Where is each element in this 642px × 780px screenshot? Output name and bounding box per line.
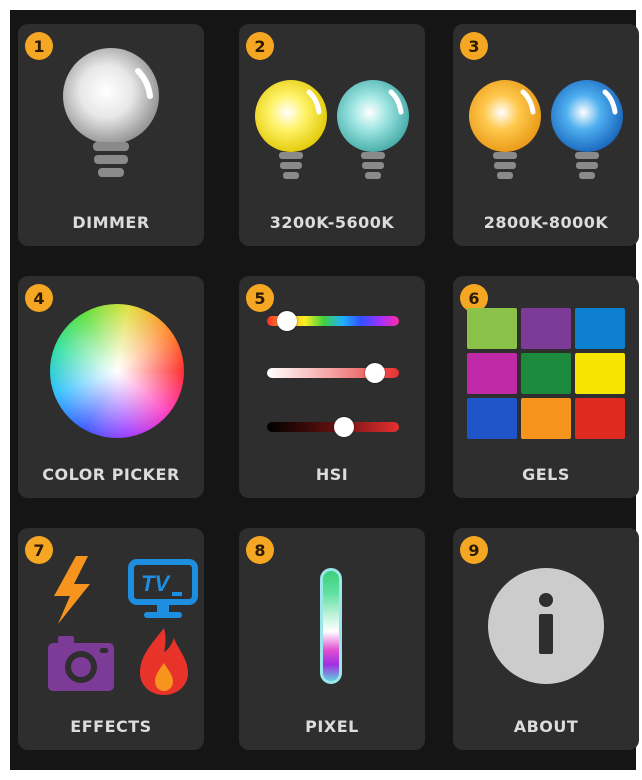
tile-label: DIMMER (72, 213, 150, 232)
orange-bulb-icon (469, 80, 541, 179)
tv-icon: TV (128, 559, 198, 618)
badge-8: 8 (246, 536, 274, 564)
tile-3200k-5600k[interactable]: 2 3200K-5600K (239, 24, 425, 246)
gel-swatch-1 (467, 308, 517, 349)
lightning-icon (54, 556, 90, 624)
fire-icon (140, 628, 188, 695)
tile-label: HSI (315, 465, 349, 484)
tile-label: GELS (522, 465, 570, 484)
bulb-pair-icons (255, 80, 409, 179)
tile-label: EFFECTS (70, 717, 152, 736)
tile-color-picker[interactable]: 4 COLOR PICKER (18, 276, 204, 498)
info-icon (488, 568, 604, 684)
tile-hsi[interactable]: 5 HSI (239, 276, 425, 498)
hue-slider-knob (276, 311, 297, 331)
tile-label: 2800K-8000K (483, 213, 609, 232)
gel-swatch-3 (575, 308, 625, 349)
hue-slider (267, 311, 399, 331)
tile-label: 3200K-5600K (269, 213, 395, 232)
white-bulb-icon (63, 48, 159, 177)
gel-swatch-9 (575, 398, 625, 439)
tile-about[interactable]: 9 ABOUT (453, 528, 639, 750)
tile-dimmer[interactable]: 1 DIMMER (18, 24, 204, 246)
gel-swatch-5 (521, 353, 571, 394)
saturation-slider (267, 363, 399, 383)
color-wheel-icon (50, 304, 184, 438)
tile-pixel[interactable]: 8 PIXEL (239, 528, 425, 750)
gel-swatch-6 (575, 353, 625, 394)
tile-label: COLOR PICKER (42, 465, 180, 484)
blue-bulb-icon (551, 80, 623, 179)
tile-2800k-8000k[interactable]: 3 2800K-8000K (453, 24, 639, 246)
intensity-slider (267, 417, 399, 437)
yellow-bulb-icon (255, 80, 327, 179)
gel-swatch-7 (467, 398, 517, 439)
cyan-bulb-icon (337, 80, 409, 179)
effects-icons: TV (48, 556, 198, 695)
badge-5: 5 (246, 284, 274, 312)
tile-effects[interactable]: 7 TV EFFECTS (18, 528, 204, 750)
camera-icon (48, 636, 114, 691)
pixel-tube-icon (320, 568, 342, 684)
gel-swatch-2 (521, 308, 571, 349)
saturation-slider-knob (365, 363, 386, 383)
tv-text: TV (141, 571, 171, 596)
tile-label: PIXEL (305, 717, 359, 736)
badge-4: 4 (25, 284, 53, 312)
lighting-mode-panel: 1 DIMMER 2 3200K-5600K 3 2800K-8000K 4 C… (10, 10, 639, 770)
intensity-slider-knob (333, 417, 354, 437)
gel-swatch-8 (521, 398, 571, 439)
gel-swatches (467, 308, 625, 440)
bulb-pair-icons (469, 80, 623, 179)
tile-label: ABOUT (513, 717, 579, 736)
tile-gels[interactable]: 6 GELS (453, 276, 639, 498)
gel-swatch-4 (467, 353, 517, 394)
